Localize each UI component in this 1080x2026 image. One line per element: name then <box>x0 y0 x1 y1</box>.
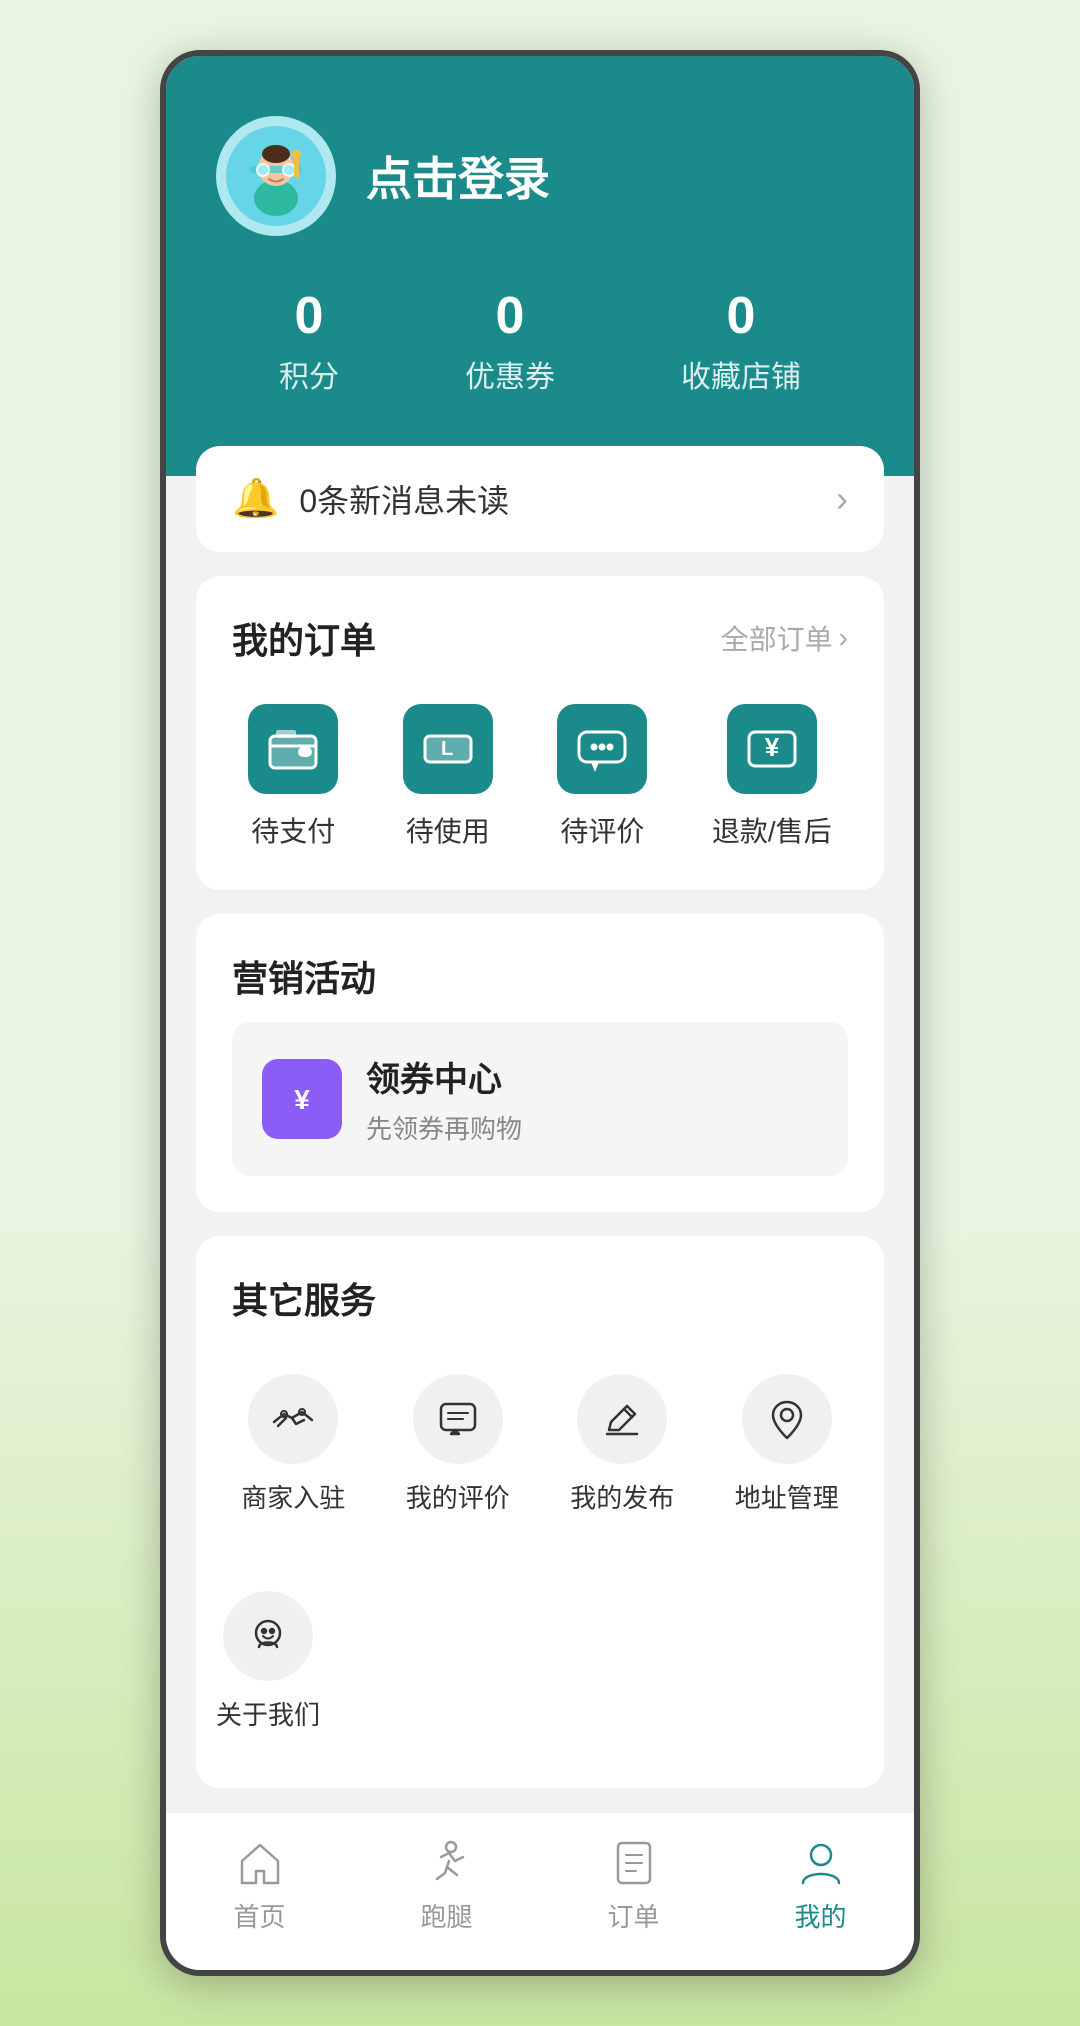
nav-order-label: 订单 <box>607 1897 659 1934</box>
bottom-nav: 首页 跑腿 订单 <box>166 1812 914 1970</box>
coupon-text: 领券中心 先领券再购物 <box>366 1052 522 1146</box>
order-label-pending-pay: 待支付 <box>251 810 335 850</box>
chevron-right-orders-icon: › <box>839 622 848 654</box>
nav-home[interactable]: 首页 <box>200 1837 320 1934</box>
header: 点击登录 0 积分 0 优惠券 0 收藏店铺 <box>166 56 914 476</box>
services-header: 其它服务 <box>196 1236 884 1344</box>
service-publish[interactable]: 我的发布 <box>545 1354 700 1535</box>
nav-runner-label: 跑腿 <box>420 1897 472 1934</box>
coupon-center-item[interactable]: ¥ 领券中心 先领券再购物 <box>232 1022 848 1176</box>
review-icon-circle <box>413 1374 503 1464</box>
services-title: 其它服务 <box>232 1272 376 1324</box>
order-item-pending-pay[interactable]: 待支付 <box>248 704 338 850</box>
chevron-right-icon: › <box>836 478 848 520</box>
services-card: 其它服务 商家入驻 <box>196 1236 884 1788</box>
content: 🔔 0条新消息未读 › 我的订单 全部订单 › <box>166 446 914 1788</box>
order-label-pending-review: 待评价 <box>560 810 644 850</box>
orders-card: 我的订单 全部订单 › <box>196 576 884 890</box>
nav-mine-label: 我的 <box>794 1897 846 1934</box>
notification-bar[interactable]: 🔔 0条新消息未读 › <box>196 446 884 552</box>
stat-jifen[interactable]: 0 积分 <box>279 286 339 396</box>
svg-text:¥: ¥ <box>765 732 780 762</box>
avatar[interactable] <box>216 116 336 236</box>
service-address[interactable]: 地址管理 <box>710 1354 865 1535</box>
refund-icon-box: ¥ <box>727 704 817 794</box>
nav-runner[interactable]: 跑腿 <box>387 1837 507 1934</box>
svg-text:¥: ¥ <box>294 1084 310 1115</box>
order-item-refund[interactable]: ¥ 退款/售后 <box>712 704 832 850</box>
service-about[interactable]: 关于我们 <box>216 1571 320 1752</box>
order-label-pending-use: 待使用 <box>406 810 490 850</box>
service-review-label: 我的评价 <box>406 1478 510 1515</box>
marketing-card: 营销活动 ¥ 领券中心 先领券再购物 <box>196 914 884 1212</box>
stat-coupon[interactable]: 0 优惠券 <box>465 286 555 396</box>
order-item-pending-use[interactable]: L 待使用 <box>403 704 493 850</box>
marketing-title: 营销活动 <box>232 950 376 1002</box>
bell-icon: 🔔 <box>232 477 279 521</box>
pending-review-icon-box <box>557 704 647 794</box>
stats-row: 0 积分 0 优惠券 0 收藏店铺 <box>216 286 864 396</box>
svg-text:L: L <box>441 738 453 760</box>
pending-use-icon-box: L <box>403 704 493 794</box>
stat-favorite[interactable]: 0 收藏店铺 <box>681 286 801 396</box>
services-grid: 商家入驻 我的评价 <box>196 1344 884 1571</box>
notification-text: 0条新消息未读 <box>299 476 509 522</box>
service-merchant-label: 商家入驻 <box>241 1478 345 1515</box>
service-review[interactable]: 我的评价 <box>381 1354 536 1535</box>
service-address-label: 地址管理 <box>735 1478 839 1515</box>
marketing-header: 营销活动 <box>196 914 884 1022</box>
nav-order[interactable]: 订单 <box>574 1837 694 1934</box>
service-merchant[interactable]: 商家入驻 <box>216 1354 371 1535</box>
nav-mine[interactable]: 我的 <box>761 1837 881 1934</box>
merchant-icon-circle <box>248 1374 338 1464</box>
pending-pay-icon-box <box>248 704 338 794</box>
publish-icon-circle <box>577 1374 667 1464</box>
coupon-icon-box: ¥ <box>262 1059 342 1139</box>
order-label-refund: 退款/售后 <box>712 810 832 850</box>
login-text[interactable]: 点击登录 <box>366 143 550 209</box>
order-icons-row: 待支付 L 待使用 <box>196 684 884 890</box>
address-icon-circle <box>742 1374 832 1464</box>
phone-frame: 点击登录 0 积分 0 优惠券 0 收藏店铺 🔔 0条新消息未读 <box>160 50 920 1976</box>
services-row2: 关于我们 <box>196 1571 884 1788</box>
nav-home-label: 首页 <box>233 1897 285 1934</box>
orders-header: 我的订单 全部订单 › <box>196 576 884 684</box>
service-publish-label: 我的发布 <box>570 1478 674 1515</box>
service-about-label: 关于我们 <box>216 1695 320 1732</box>
about-icon-circle <box>223 1591 313 1681</box>
orders-title: 我的订单 <box>232 612 376 664</box>
all-orders-link[interactable]: 全部订单 › <box>721 618 848 658</box>
order-item-pending-review[interactable]: 待评价 <box>557 704 647 850</box>
notification-card: 🔔 0条新消息未读 › <box>196 446 884 552</box>
